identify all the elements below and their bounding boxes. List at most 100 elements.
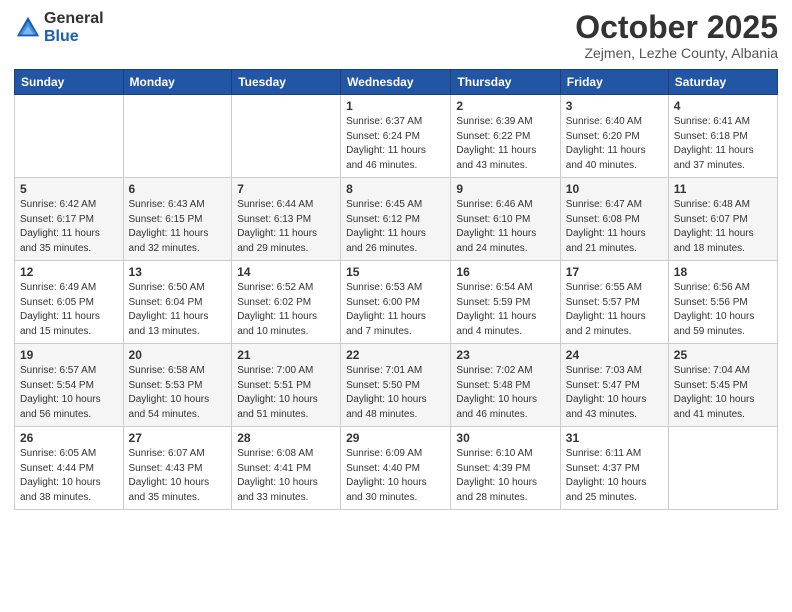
- header-thursday: Thursday: [451, 70, 560, 95]
- day-number: 13: [129, 265, 227, 279]
- day-number: 12: [20, 265, 118, 279]
- day-number: 20: [129, 348, 227, 362]
- calendar-cell: 13 Sunrise: 6:50 AM Sunset: 6:04 PM Dayli…: [123, 261, 232, 344]
- day-number: 16: [456, 265, 554, 279]
- day-number: 19: [20, 348, 118, 362]
- day-number: 10: [566, 182, 663, 196]
- day-info: Sunrise: 6:42 AM Sunset: 6:17 PM Dayligh…: [20, 198, 118, 256]
- day-number: 1: [346, 99, 445, 113]
- calendar-cell: 4 Sunrise: 6:41 AM Sunset: 6:18 PM Daylig…: [668, 95, 777, 178]
- header-saturday: Saturday: [668, 70, 777, 95]
- day-info: Sunrise: 6:53 AM Sunset: 6:00 PM Dayligh…: [346, 281, 445, 339]
- header-wednesday: Wednesday: [341, 70, 451, 95]
- header-sunday: Sunday: [15, 70, 124, 95]
- day-info: Sunrise: 6:55 AM Sunset: 5:57 PM Dayligh…: [566, 281, 663, 339]
- calendar-cell: 8 Sunrise: 6:45 AM Sunset: 6:12 PM Daylig…: [341, 178, 451, 261]
- calendar: Sunday Monday Tuesday Wednesday Thursday…: [14, 69, 778, 510]
- calendar-cell: 29Sunrise: 6:09 AM Sunset: 4:40 PM Dayli…: [341, 427, 451, 510]
- day-info: Sunrise: 7:04 AM Sunset: 5:45 PM Dayligh…: [674, 364, 772, 422]
- day-info: Sunrise: 6:46 AM Sunset: 6:10 PM Dayligh…: [456, 198, 554, 256]
- calendar-cell: 10 Sunrise: 6:47 AM Sunset: 6:08 PM Dayli…: [560, 178, 668, 261]
- calendar-cell: 6Sunrise: 6:43 AM Sunset: 6:15 PM Daylig…: [123, 178, 232, 261]
- day-number: 17: [566, 265, 663, 279]
- day-number: 21: [237, 348, 335, 362]
- day-info: Sunrise: 6:05 AM Sunset: 4:44 PM Dayligh…: [20, 447, 118, 505]
- day-info: Sunrise: 6:43 AM Sunset: 6:15 PM Dayligh…: [129, 198, 227, 256]
- logo: General Blue: [14, 10, 104, 45]
- calendar-cell: 7 Sunrise: 6:44 AM Sunset: 6:13 PM Daylig…: [232, 178, 341, 261]
- calendar-week-row-4: 19 Sunrise: 6:57 AM Sunset: 5:54 PM Dayli…: [15, 344, 778, 427]
- calendar-cell: 1 Sunrise: 6:37 AM Sunset: 6:24 PM Daylig…: [341, 95, 451, 178]
- day-info: Sunrise: 7:01 AM Sunset: 5:50 PM Dayligh…: [346, 364, 445, 422]
- page: General Blue October 2025 Zejmen, Lezhe …: [0, 0, 792, 612]
- logo-blue-text: Blue: [44, 28, 104, 46]
- calendar-week-row-5: 26 Sunrise: 6:05 AM Sunset: 4:44 PM Dayli…: [15, 427, 778, 510]
- calendar-cell: 16Sunrise: 6:54 AM Sunset: 5:59 PM Dayli…: [451, 261, 560, 344]
- calendar-cell: 11 Sunrise: 6:48 AM Sunset: 6:07 PM Dayli…: [668, 178, 777, 261]
- day-number: 8: [346, 182, 445, 196]
- calendar-cell: [232, 95, 341, 178]
- calendar-cell: [668, 427, 777, 510]
- day-number: 15: [346, 265, 445, 279]
- calendar-cell: 3Sunrise: 6:40 AM Sunset: 6:20 PM Daylig…: [560, 95, 668, 178]
- calendar-week-row-1: 1 Sunrise: 6:37 AM Sunset: 6:24 PM Daylig…: [15, 95, 778, 178]
- day-info: Sunrise: 6:48 AM Sunset: 6:07 PM Dayligh…: [674, 198, 772, 256]
- day-info: Sunrise: 6:37 AM Sunset: 6:24 PM Dayligh…: [346, 115, 445, 173]
- day-number: 30: [456, 431, 554, 445]
- main-title: October 2025: [575, 10, 778, 45]
- calendar-week-row-3: 12 Sunrise: 6:49 AM Sunset: 6:05 PM Dayli…: [15, 261, 778, 344]
- calendar-cell: 15 Sunrise: 6:53 AM Sunset: 6:00 PM Dayli…: [341, 261, 451, 344]
- day-info: Sunrise: 7:02 AM Sunset: 5:48 PM Dayligh…: [456, 364, 554, 422]
- logo-text: General Blue: [44, 10, 104, 45]
- day-number: 11: [674, 182, 772, 196]
- day-number: 29: [346, 431, 445, 445]
- day-info: Sunrise: 6:44 AM Sunset: 6:13 PM Dayligh…: [237, 198, 335, 256]
- calendar-cell: 2 Sunrise: 6:39 AM Sunset: 6:22 PM Daylig…: [451, 95, 560, 178]
- day-info: Sunrise: 6:39 AM Sunset: 6:22 PM Dayligh…: [456, 115, 554, 173]
- day-info: Sunrise: 6:07 AM Sunset: 4:43 PM Dayligh…: [129, 447, 227, 505]
- day-info: Sunrise: 6:57 AM Sunset: 5:54 PM Dayligh…: [20, 364, 118, 422]
- day-number: 7: [237, 182, 335, 196]
- day-number: 18: [674, 265, 772, 279]
- calendar-cell: 17 Sunrise: 6:55 AM Sunset: 5:57 PM Dayli…: [560, 261, 668, 344]
- day-number: 31: [566, 431, 663, 445]
- day-info: Sunrise: 6:41 AM Sunset: 6:18 PM Dayligh…: [674, 115, 772, 173]
- calendar-cell: [123, 95, 232, 178]
- calendar-cell: 24 Sunrise: 7:03 AM Sunset: 5:47 PM Dayli…: [560, 344, 668, 427]
- calendar-header-row: Sunday Monday Tuesday Wednesday Thursday…: [15, 70, 778, 95]
- day-number: 4: [674, 99, 772, 113]
- day-info: Sunrise: 6:49 AM Sunset: 6:05 PM Dayligh…: [20, 281, 118, 339]
- calendar-cell: 14Sunrise: 6:52 AM Sunset: 6:02 PM Dayli…: [232, 261, 341, 344]
- calendar-cell: 23Sunrise: 7:02 AM Sunset: 5:48 PM Dayli…: [451, 344, 560, 427]
- day-number: 5: [20, 182, 118, 196]
- calendar-cell: 31 Sunrise: 6:11 AM Sunset: 4:37 PM Dayli…: [560, 427, 668, 510]
- day-info: Sunrise: 6:45 AM Sunset: 6:12 PM Dayligh…: [346, 198, 445, 256]
- day-info: Sunrise: 6:47 AM Sunset: 6:08 PM Dayligh…: [566, 198, 663, 256]
- day-number: 27: [129, 431, 227, 445]
- day-info: Sunrise: 7:00 AM Sunset: 5:51 PM Dayligh…: [237, 364, 335, 422]
- day-info: Sunrise: 6:50 AM Sunset: 6:04 PM Dayligh…: [129, 281, 227, 339]
- calendar-cell: 20Sunrise: 6:58 AM Sunset: 5:53 PM Dayli…: [123, 344, 232, 427]
- calendar-cell: 21 Sunrise: 7:00 AM Sunset: 5:51 PM Dayli…: [232, 344, 341, 427]
- day-number: 22: [346, 348, 445, 362]
- calendar-cell: 18Sunrise: 6:56 AM Sunset: 5:56 PM Dayli…: [668, 261, 777, 344]
- calendar-cell: 19 Sunrise: 6:57 AM Sunset: 5:54 PM Dayli…: [15, 344, 124, 427]
- calendar-cell: [15, 95, 124, 178]
- header-monday: Monday: [123, 70, 232, 95]
- day-number: 2: [456, 99, 554, 113]
- day-number: 24: [566, 348, 663, 362]
- day-info: Sunrise: 6:11 AM Sunset: 4:37 PM Dayligh…: [566, 447, 663, 505]
- day-number: 3: [566, 99, 663, 113]
- logo-general-text: General: [44, 10, 104, 28]
- day-info: Sunrise: 6:52 AM Sunset: 6:02 PM Dayligh…: [237, 281, 335, 339]
- calendar-cell: 30 Sunrise: 6:10 AM Sunset: 4:39 PM Dayli…: [451, 427, 560, 510]
- header: General Blue October 2025 Zejmen, Lezhe …: [14, 10, 778, 61]
- title-block: October 2025 Zejmen, Lezhe County, Alban…: [575, 10, 778, 61]
- calendar-week-row-2: 5 Sunrise: 6:42 AM Sunset: 6:17 PM Daylig…: [15, 178, 778, 261]
- day-info: Sunrise: 6:10 AM Sunset: 4:39 PM Dayligh…: [456, 447, 554, 505]
- day-number: 26: [20, 431, 118, 445]
- day-info: Sunrise: 7:03 AM Sunset: 5:47 PM Dayligh…: [566, 364, 663, 422]
- calendar-cell: 12 Sunrise: 6:49 AM Sunset: 6:05 PM Dayli…: [15, 261, 124, 344]
- day-number: 25: [674, 348, 772, 362]
- calendar-cell: 26 Sunrise: 6:05 AM Sunset: 4:44 PM Dayli…: [15, 427, 124, 510]
